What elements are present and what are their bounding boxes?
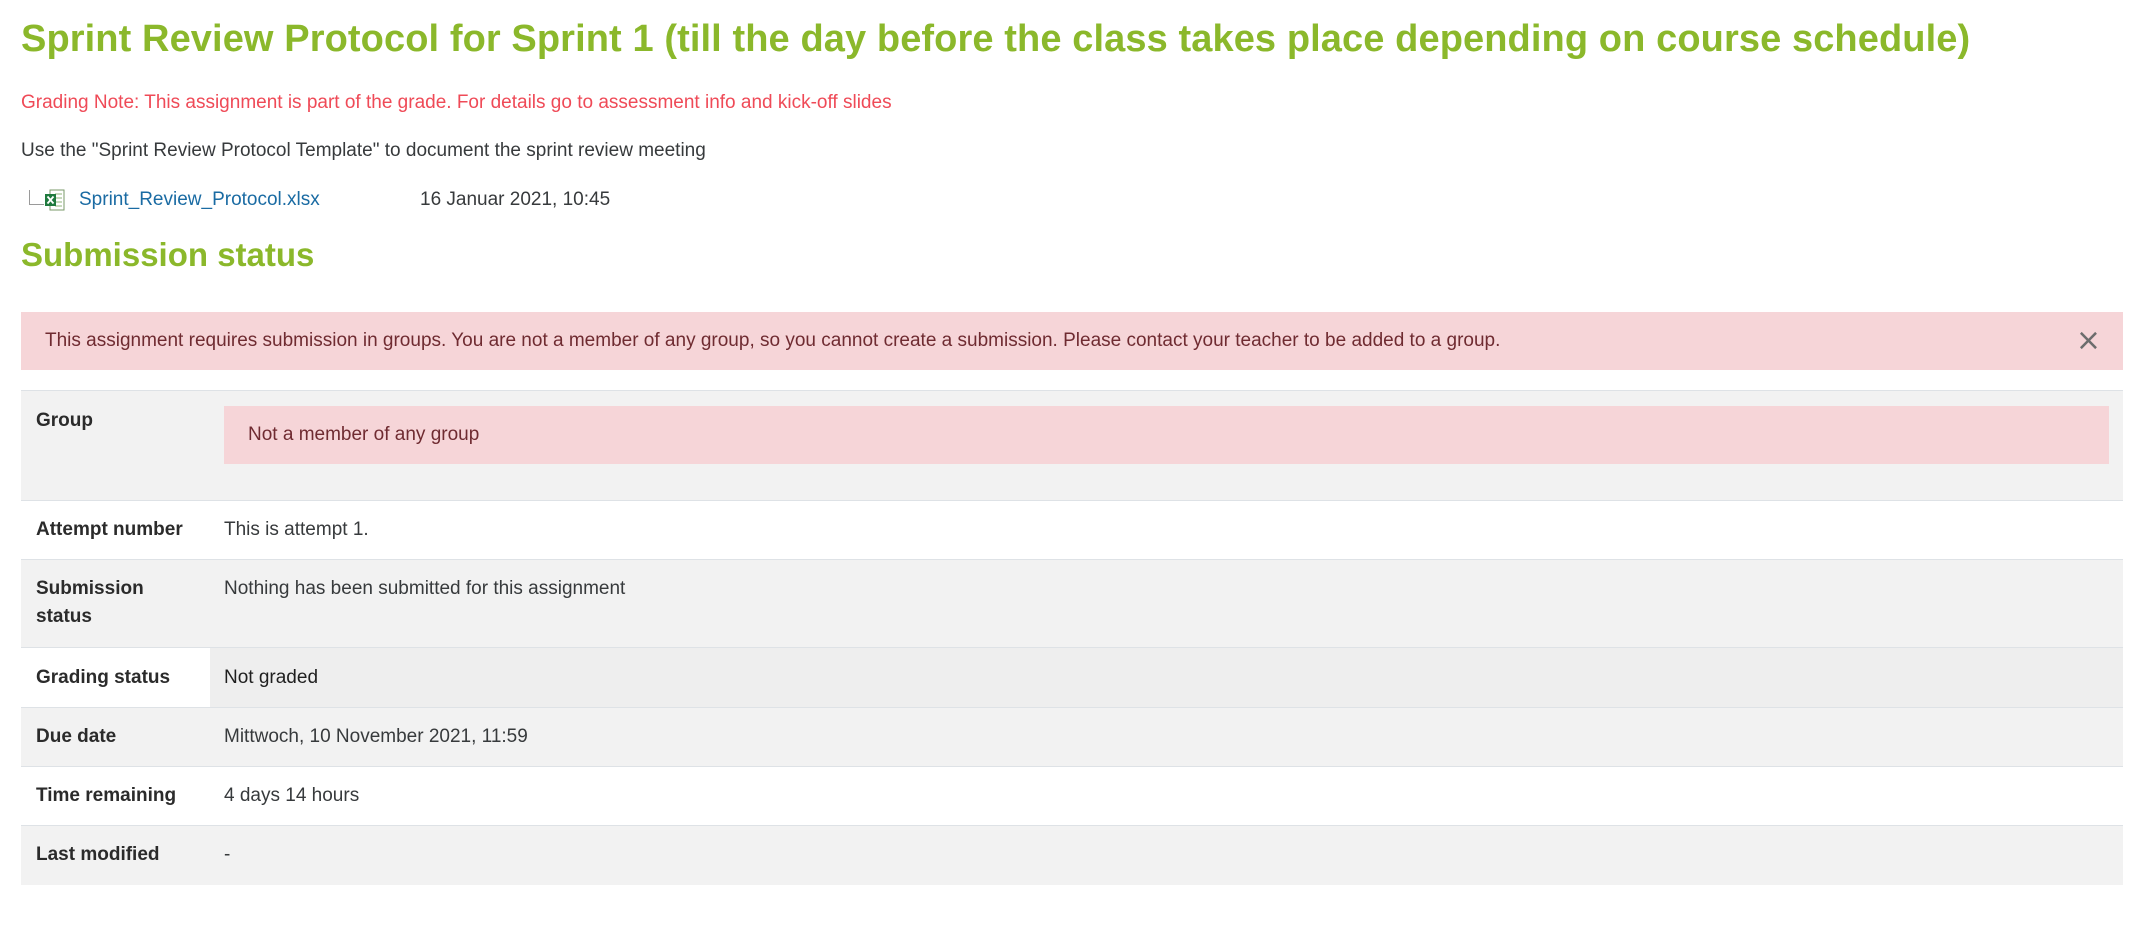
grading-note: Grading Note: This assignment is part of… <box>21 92 892 113</box>
row-value: This is attempt 1. <box>224 519 369 540</box>
row-value: - <box>224 844 231 865</box>
row-value: Nothing has been submitted for this assi… <box>224 578 626 599</box>
row-value: Not graded <box>224 667 319 688</box>
row-label: Grading status <box>36 667 171 688</box>
row-value: Mittwoch, 10 November 2021, 11:59 <box>224 726 528 747</box>
page-title: Sprint Review Protocol for Sprint 1 (til… <box>21 18 1971 60</box>
table-row-group: Group Not a member of any group <box>21 391 2123 501</box>
group-status-box: Not a member of any group <box>224 406 2109 464</box>
table-row-last-modified: Last modified - <box>21 826 2123 885</box>
row-label: Submission status <box>36 578 144 627</box>
attachment-date: 16 Januar 2021, 10:45 <box>420 189 611 210</box>
row-value: 4 days 14 hours <box>224 785 360 806</box>
xlsx-file-icon <box>45 189 65 211</box>
tree-connector <box>29 190 44 205</box>
attachment-link[interactable]: Sprint_Review_Protocol.xlsx <box>79 187 320 213</box>
table-row-grading-status: Grading status Not graded <box>21 648 2123 708</box>
row-value: Not a member of any group <box>248 424 480 445</box>
submission-status-heading: Submission status <box>21 236 315 273</box>
table-row-time-remaining: Time remaining 4 days 14 hours <box>21 767 2123 826</box>
assignment-intro: Use the "Sprint Review Protocol Template… <box>21 140 706 161</box>
attachment-row: Sprint_Review_Protocol.xlsx 16 Januar 20… <box>21 184 921 216</box>
submission-status-table: Group Not a member of any group Attempt … <box>21 390 2123 885</box>
table-row-due-date: Due date Mittwoch, 10 November 2021, 11:… <box>21 708 2123 767</box>
row-label: Last modified <box>36 844 160 865</box>
group-alert: This assignment requires submission in g… <box>21 312 2123 370</box>
close-icon[interactable]: × <box>2076 326 2101 356</box>
alert-message: This assignment requires submission in g… <box>45 330 1501 351</box>
row-label: Time remaining <box>36 785 177 806</box>
row-label: Group <box>36 410 93 431</box>
table-row-submission-status: Submission status Nothing has been submi… <box>21 560 2123 648</box>
row-label: Attempt number <box>36 519 183 540</box>
row-label: Due date <box>36 726 117 747</box>
value-cell <box>210 648 2123 707</box>
table-row-attempt: Attempt number This is attempt 1. <box>21 501 2123 560</box>
